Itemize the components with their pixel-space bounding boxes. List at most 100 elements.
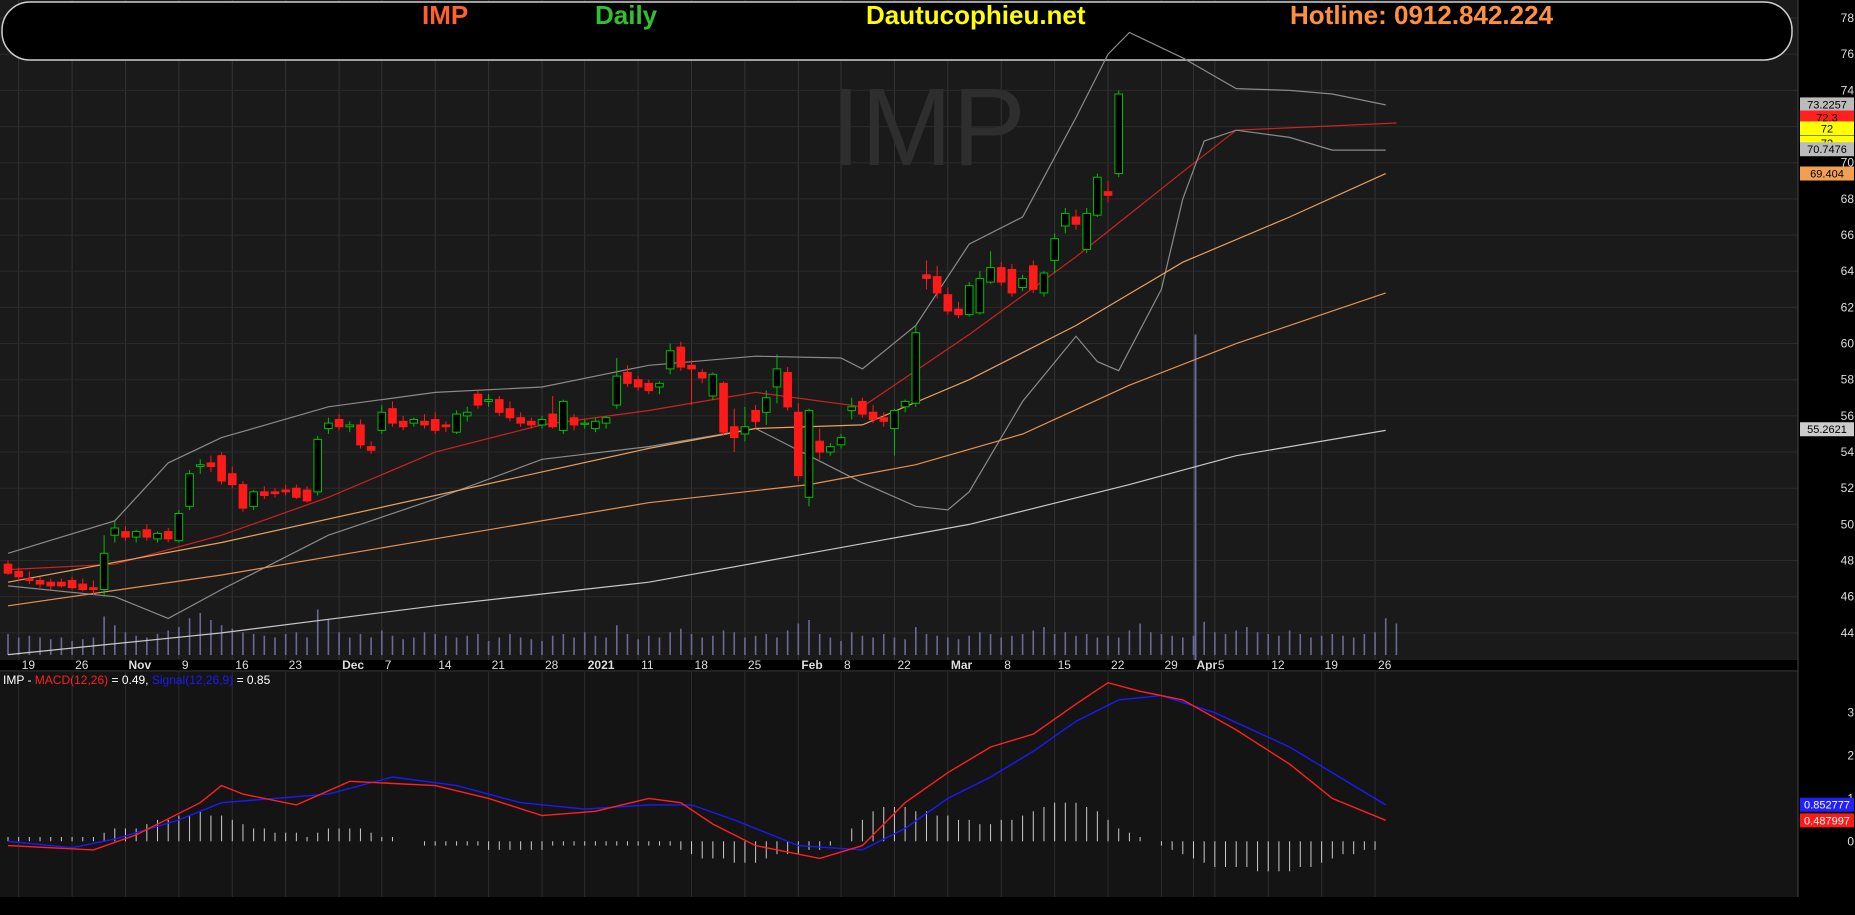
candle-body bbox=[398, 420, 408, 428]
candle-body bbox=[729, 426, 739, 439]
candle-body bbox=[462, 411, 472, 417]
candle-body bbox=[751, 409, 760, 422]
candle-body bbox=[366, 446, 376, 451]
macd-tick-label: 3 bbox=[1847, 706, 1854, 720]
candle-body bbox=[826, 446, 835, 453]
candle-body bbox=[494, 399, 504, 413]
y-tick-label: 46 bbox=[1841, 590, 1855, 604]
candle-body bbox=[388, 408, 397, 424]
symbol-watermark: IMP bbox=[830, 66, 1026, 189]
header-site: Dautucophieu.net bbox=[866, 0, 1086, 30]
x-tick-label: 7 bbox=[385, 658, 392, 672]
candle-body bbox=[719, 382, 728, 433]
x-tick-label: 25 bbox=[748, 658, 762, 672]
value-label-text: 55.2621 bbox=[1807, 424, 1847, 436]
candle bbox=[1114, 90, 1124, 178]
candle bbox=[911, 325, 921, 407]
x-tick-label: 11 bbox=[641, 658, 654, 672]
candle-body bbox=[815, 440, 824, 453]
candle-body bbox=[131, 531, 141, 538]
y-tick-label: 66 bbox=[1841, 228, 1855, 242]
price-value-label: 72 bbox=[1800, 121, 1854, 136]
candle-body bbox=[911, 332, 921, 404]
candle-body bbox=[847, 406, 857, 411]
candle-body bbox=[174, 513, 184, 542]
y-tick-label: 78 bbox=[1841, 11, 1855, 25]
y-tick-label: 54 bbox=[1841, 445, 1855, 459]
macd-value-label: 0.487997 bbox=[1800, 813, 1854, 828]
candle-body bbox=[142, 529, 152, 538]
candle-body bbox=[1039, 272, 1049, 294]
candle-body bbox=[761, 397, 771, 413]
x-tick-label: 8 bbox=[1004, 658, 1011, 672]
candle bbox=[719, 381, 728, 436]
x-tick-label: 26 bbox=[1378, 658, 1392, 672]
candle bbox=[783, 367, 792, 411]
candle bbox=[238, 480, 248, 512]
candle-body bbox=[687, 364, 696, 370]
x-tick-label: 5 bbox=[1218, 658, 1225, 672]
x-tick-label: 21 bbox=[492, 658, 506, 672]
candle-body bbox=[67, 579, 77, 589]
candle bbox=[964, 282, 974, 317]
candle-body bbox=[238, 484, 248, 509]
candle bbox=[804, 408, 814, 507]
x-tick-label: Dec bbox=[342, 658, 364, 672]
candle-body bbox=[110, 527, 120, 536]
macd-panel-bg bbox=[0, 672, 1798, 897]
value-label-text: 0.487997 bbox=[1804, 815, 1850, 827]
candle bbox=[1082, 207, 1091, 254]
price-value-label: 69.404 bbox=[1800, 166, 1854, 181]
candle-body bbox=[185, 473, 194, 507]
candle-body bbox=[697, 371, 707, 379]
x-tick-label: 16 bbox=[235, 658, 249, 672]
stock-chart: IMP 19 26 Nov 9 16 23 Dec 7 14 21 28 2021 11 18 25 Feb 8… bbox=[0, 0, 1855, 910]
candle-body bbox=[1061, 212, 1070, 227]
candle-body bbox=[591, 420, 600, 430]
candle bbox=[708, 372, 718, 400]
candle-body bbox=[195, 464, 205, 468]
candle-body bbox=[356, 424, 365, 446]
macd-legend-signal-label: Signal(12,26,9) bbox=[151, 673, 234, 687]
candle-body bbox=[78, 583, 88, 590]
x-tick-label: 18 bbox=[695, 658, 709, 672]
candle-body bbox=[46, 581, 56, 587]
candle-body bbox=[804, 409, 814, 498]
x-tick-label: Nov bbox=[128, 658, 151, 672]
header-symbol: IMP bbox=[422, 0, 469, 30]
candle-body bbox=[527, 420, 536, 426]
x-tick-label: 22 bbox=[897, 658, 911, 672]
candle-body bbox=[665, 350, 675, 370]
candle-body bbox=[548, 413, 557, 428]
candle-body bbox=[1028, 265, 1038, 290]
candle-body bbox=[25, 578, 34, 581]
candle-body bbox=[302, 489, 312, 502]
x-tick-label: Feb bbox=[801, 658, 822, 672]
y-tick-label: 48 bbox=[1841, 554, 1855, 568]
candle-body bbox=[932, 276, 942, 294]
candle-body bbox=[986, 267, 995, 283]
candle-body bbox=[623, 371, 632, 384]
candle-body bbox=[676, 346, 686, 368]
candle-body bbox=[879, 417, 889, 422]
candle-body bbox=[1082, 212, 1091, 251]
candle-body bbox=[420, 420, 429, 426]
y-tick-label: 44 bbox=[1841, 626, 1855, 640]
y-tick-label: 52 bbox=[1841, 481, 1855, 495]
y-tick-label: 76 bbox=[1841, 47, 1855, 61]
candle-body bbox=[516, 417, 525, 424]
x-tick-label: 28 bbox=[545, 658, 559, 672]
candle-body bbox=[794, 411, 803, 477]
candle-body bbox=[1050, 238, 1059, 261]
value-label-text: 73.2257 bbox=[1807, 99, 1847, 111]
candle-body bbox=[954, 308, 963, 316]
candle-body bbox=[292, 487, 301, 498]
x-tick-label: Mar bbox=[951, 658, 973, 672]
x-tick-label: 22 bbox=[1111, 658, 1125, 672]
candle bbox=[559, 399, 568, 434]
value-label-text: 69.404 bbox=[1810, 169, 1844, 181]
candle-body bbox=[249, 491, 258, 507]
candle-body bbox=[260, 491, 269, 496]
x-tick-label: 2021 bbox=[588, 658, 615, 672]
candle-body bbox=[537, 419, 547, 426]
